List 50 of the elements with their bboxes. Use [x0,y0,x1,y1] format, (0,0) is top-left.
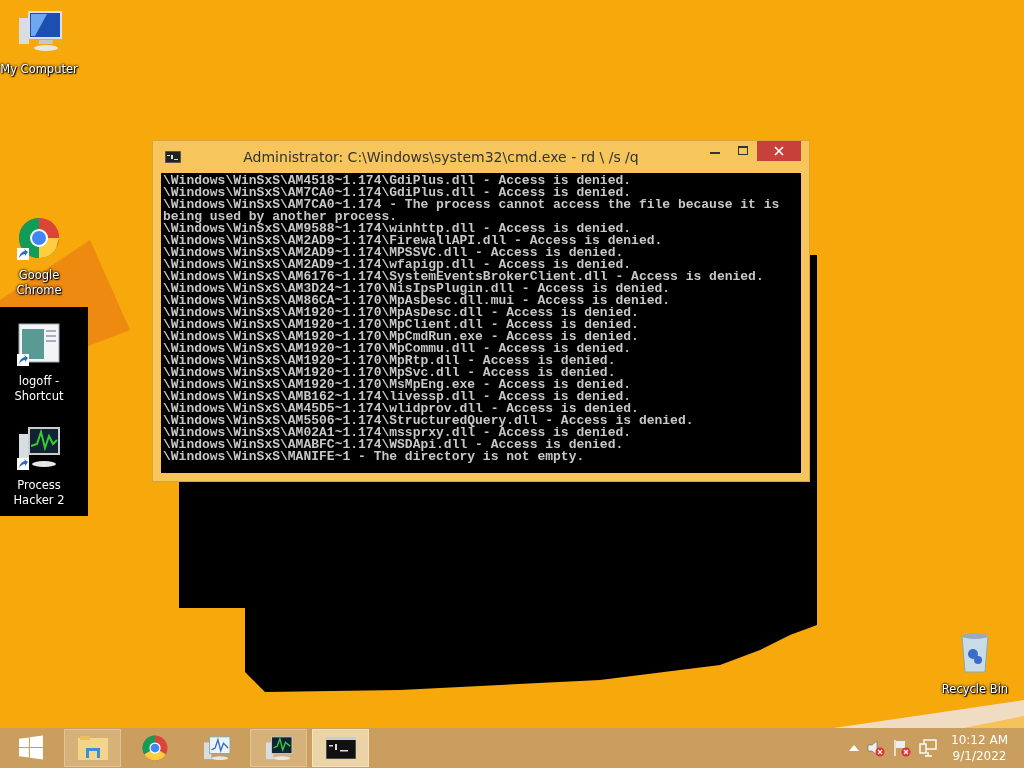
clock-time: 10:12 AM [951,732,1008,748]
monitor-chart-icon [201,735,232,761]
console-line: \Windows\WinSxS\AM02A1~1.174\mssprxy.dll - Access is denied. [163,427,633,439]
monitor-graph-icon [263,735,294,761]
console-line: \Windows\WinSxS\AM7CA0~1.174 - The process cannot access the file because it is [163,199,781,211]
desktop-icon-label[interactable]: Recycle Bin [941,682,1009,697]
window-icon[interactable] [15,320,63,368]
console-line: \Windows\WinSxS\AM1920~1.170\MsMpEng.exe - Access is denied. [163,379,633,391]
clock[interactable]: 10:12 AM 9/1/2022 [945,732,1014,764]
windows-logo-icon [17,735,44,761]
show-hidden-icons-icon[interactable] [849,745,860,751]
console-line: \Windows\WinSxS\AMB162~1.174\livessp.dll - Access is denied. [163,391,632,403]
window-title: Administrator: C:\Windows\system32\cmd.exe - rd \ /s /q [242,149,640,165]
desktop-icon-label[interactable]: Process Hacker 2 [0,478,78,508]
console-icon [325,737,356,759]
console-line: \Windows\WinSxS\AM2AD9~1.174\FirewallAPI.dll - Access is denied. [163,235,664,247]
console-line: \Windows\WinSxS\AM5506~1.174\StructuredQuery.dll - Access is denied. [163,415,695,427]
console-line: \Windows\WinSxS\AM4518~1.174\GdiPlus.dll - Access is denied. [163,175,633,187]
console-line: \Windows\WinSxS\AM3D24~1.170\NisIpsPlugin.dll - Access is denied. [163,283,672,295]
network-icon[interactable] [919,739,938,757]
desktop-icon-label[interactable]: My Computer [0,62,78,77]
console-line: being used by another process. [163,211,398,223]
console-line: \Windows\WinSxS\AM6176~1.174\SystemEventsBrokerClient.dll - Access is denied. [163,271,765,283]
console-line: \Windows\WinSxS\AM2AD9~1.174\wfapigp.dll - Access is denied. [163,259,632,271]
console-line: \Windows\WinSxS\MANIFE~1 - The directory is not empty. [163,451,586,463]
desktop-icon-label[interactable]: logoff - Shortcut [0,374,78,404]
console-line: \Windows\WinSxS\AM1920~1.170\MpCmdRun.exe - Access is denied. [163,331,640,343]
taskbar-console-button[interactable] [312,729,369,767]
folder-icon [76,734,109,762]
console-line: \Windows\WinSxS\AM7CA0~1.174\GdiPlus.dll - Access is denied. [163,187,633,199]
muted-speaker-icon[interactable] [867,739,886,757]
console-line: \Windows\WinSxS\AM86CA~1.170\MpAsDesc.dll.mui - Access is denied. [163,295,672,307]
console-line: \Windows\WinSxS\AM1920~1.170\MpSvc.dll - Access is denied. [163,367,616,379]
console-line: \Windows\WinSxS\AM2AD9~1.174\MPSSVC.dll - Access is denied. [163,247,624,259]
flag-error-icon[interactable] [893,739,912,757]
console-icon [165,151,181,163]
console-line: \Windows\WinSxS\AM1920~1.170\MpAsDesc.dll - Access is denied. [163,307,640,319]
desktop-icon-label[interactable]: Google Chrome [0,268,78,298]
clock-date: 9/1/2022 [952,748,1007,764]
console-line: \Windows\WinSxS\AMABFC~1.174\WSDApi.dll - Access is denied. [163,439,625,451]
taskbar-folder-button[interactable] [64,729,121,767]
console-line: \Windows\WinSxS\AM1920~1.170\MpClient.dll - Access is denied. [163,319,640,331]
console-line: \Windows\WinSxS\AM45D5~1.174\wlidprov.dll - Access is denied. [163,403,639,415]
console-line: \Windows\WinSxS\AM1920~1.170\MpRtp.dll - Access is denied. [163,355,617,367]
maximize-icon [738,146,748,156]
monitor-graph-icon[interactable] [15,424,63,472]
console-line: \Windows\WinSxS\AM1920~1.170\MpCommu.dll - Access is denied. [163,343,633,355]
console-line: \Windows\WinSxS\AM9588~1.174\winhttp.dll - Access is denied. [163,223,632,235]
taskbar-monitor-graph-button[interactable] [250,729,307,767]
close-icon [774,146,784,156]
